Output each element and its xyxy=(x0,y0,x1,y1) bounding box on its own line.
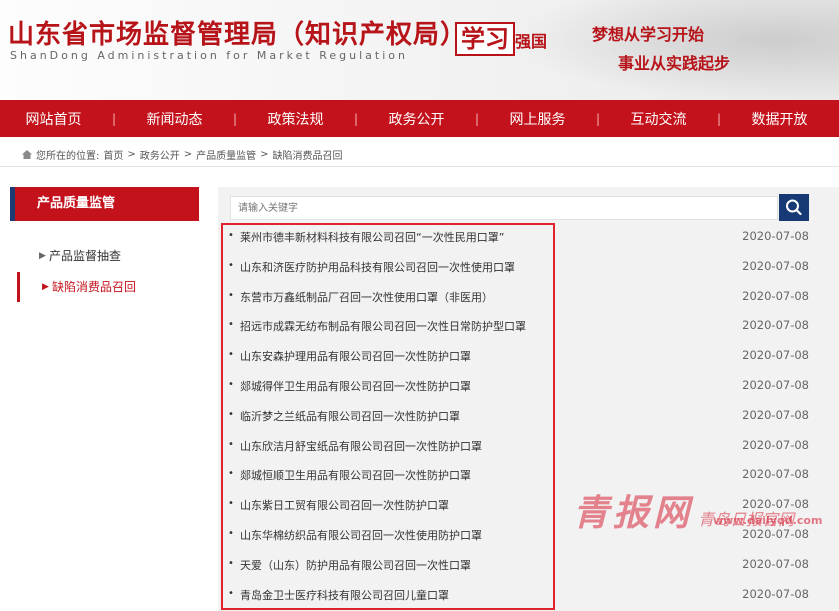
list-item-title[interactable]: 山东安森护理用品有限公司召回一次性防护口罩 xyxy=(240,348,471,364)
list-item-title[interactable]: 郯城得伴卫生用品有限公司召回一次性防护口罩 xyxy=(240,378,471,394)
list-item-date: 2020-07-08 xyxy=(742,497,809,512)
list-item-date: 2020-07-08 xyxy=(742,377,809,392)
nav-separator: | xyxy=(232,111,238,126)
bullet: • xyxy=(228,408,234,420)
list-item[interactable]: • 山东和济医疗防护用品科技有限公司召回一次性使用口罩 2020-07-08 xyxy=(218,252,839,282)
list-item[interactable]: • 郯城得伴卫生用品有限公司召回一次性防护口罩 2020-07-08 xyxy=(218,371,839,401)
nav-item-open-data[interactable]: 数据开放 xyxy=(726,109,833,129)
list-item-date: 2020-07-08 xyxy=(742,556,809,571)
logo-sub-text: 强国 xyxy=(515,32,548,51)
list-item-title[interactable]: 郯城恒顺卫生用品有限公司召回一次性防护口罩 xyxy=(240,467,471,483)
bullet: • xyxy=(228,468,234,480)
site-subtitle: ShanDong Administration for Market Regul… xyxy=(10,49,408,62)
bullet: • xyxy=(228,289,234,301)
breadcrumb-separator: > xyxy=(127,149,136,160)
divider xyxy=(0,166,839,167)
search-icon xyxy=(786,199,802,216)
sidebar-item-label: 缺陷消费品召回 xyxy=(52,280,137,294)
list-item-date: 2020-07-08 xyxy=(742,288,809,303)
nav-item-home[interactable]: 网站首页 xyxy=(0,109,107,129)
breadcrumb-gov-affairs[interactable]: 政务公开 xyxy=(140,147,180,162)
list-item-title[interactable]: 招远市成霖无纺布制品有限公司召回一次性日常防护型口罩 xyxy=(240,318,526,334)
list-item-date: 2020-07-08 xyxy=(742,437,809,452)
bullet: • xyxy=(228,319,234,331)
bullet: • xyxy=(228,557,234,569)
list-item-title[interactable]: 天爱（山东）防护用品有限公司召回一次性口罩 xyxy=(240,557,471,573)
nav-item-news[interactable]: 新闻动态 xyxy=(121,109,228,129)
list-item-date: 2020-07-08 xyxy=(742,229,809,243)
caret-right-icon: ▶ xyxy=(39,251,46,261)
nav-separator: | xyxy=(595,111,601,126)
list-item-date: 2020-07-08 xyxy=(742,586,809,601)
nav-item-online-service[interactable]: 网上服务 xyxy=(484,109,591,129)
list-item[interactable]: • 郯城恒顺卫生用品有限公司召回一次性防护口罩 2020-07-08 xyxy=(218,460,839,490)
list-item-title[interactable]: 山东紫日工贸有限公司召回一次性防护口罩 xyxy=(240,497,449,513)
bullet: • xyxy=(228,498,234,510)
nav-separator: | xyxy=(353,111,359,126)
nav-item-interaction[interactable]: 互动交流 xyxy=(605,109,712,129)
sidebar-item-label: 产品监督抽查 xyxy=(49,249,122,263)
list-item-title[interactable]: 青岛金卫士医疗科技有限公司召回儿童口罩 xyxy=(240,587,449,603)
list-item[interactable]: • 莱州市德丰新材料科技有限公司召回“一次性民用口罩” 2020-07-08 xyxy=(218,222,839,252)
bullet: • xyxy=(228,349,234,361)
breadcrumb-separator: > xyxy=(183,149,193,160)
list-item-date: 2020-07-08 xyxy=(742,348,809,363)
list-item-date: 2020-07-08 xyxy=(742,526,809,541)
breadcrumb-quality-supervision[interactable]: 产品质量监管 xyxy=(196,147,256,162)
sidebar-heading-label: 产品质量监管 xyxy=(37,196,116,211)
site-title[interactable]: 山东省市场监督管理局（知识产权局） xyxy=(8,14,467,51)
list-item[interactable]: • 招远市成霖无纺布制品有限公司召回一次性日常防护型口罩 2020-07-08 xyxy=(218,311,839,341)
list-item[interactable]: • 东营市万鑫纸制品厂召回一次性使用口罩（非医用） 2020-07-08 xyxy=(218,282,839,312)
list-item-date: 2020-07-08 xyxy=(742,258,809,273)
list-item-title[interactable]: 山东和济医疗防护用品科技有限公司召回一次性使用口罩 xyxy=(240,259,515,275)
slogan-line-2: 事业从实践起步 xyxy=(618,54,731,73)
list-item[interactable]: • 青岛金卫士医疗科技有限公司召回儿童口罩 2020-07-08 xyxy=(218,580,839,610)
breadcrumb-home[interactable]: 首页 xyxy=(103,147,123,162)
xuexi-qiangguo-logo[interactable]: 学习 强国 xyxy=(455,22,547,56)
list-item[interactable]: • 山东欣洁月舒宝纸品有限公司召回一次性防护口罩 2020-07-08 xyxy=(218,431,839,461)
breadcrumb: 您所在的位置: 首页 > 政务公开 > 产品质量监管 > 缺陷消费品召回 xyxy=(22,147,343,162)
bullet: • xyxy=(228,378,234,390)
bullet: • xyxy=(228,587,234,599)
search-input[interactable] xyxy=(230,196,778,220)
bullet: • xyxy=(228,527,234,539)
bullet: • xyxy=(228,438,234,450)
nav-separator: | xyxy=(716,111,722,126)
nav-item-policy[interactable]: 政策法规 xyxy=(242,109,349,129)
home-icon xyxy=(22,150,32,159)
nav-item-gov-affairs[interactable]: 政务公开 xyxy=(363,109,470,129)
list-item[interactable]: • 山东安森护理用品有限公司召回一次性防护口罩 2020-07-08 xyxy=(218,341,839,371)
breadcrumb-separator: > xyxy=(260,149,269,160)
list-item[interactable]: • 山东紫日工贸有限公司召回一次性防护口罩 2020-07-08 xyxy=(218,490,839,520)
breadcrumb-prefix: 您所在的位置: xyxy=(36,151,100,162)
list-item-date: 2020-07-08 xyxy=(742,407,809,422)
list-item[interactable]: • 山东华棉纺织品有限公司召回一次性使用防护口罩 2020-07-08 xyxy=(218,520,839,550)
list-item[interactable]: • 天爱（山东）防护用品有限公司召回一次性口罩 2020-07-08 xyxy=(218,550,839,580)
list-item-title[interactable]: 临沂梦之兰纸品有限公司召回一次性防护口罩 xyxy=(240,408,460,424)
nav-separator: | xyxy=(111,111,117,126)
caret-right-icon: ▶ xyxy=(42,282,49,292)
recall-list: • 莱州市德丰新材料科技有限公司召回“一次性民用口罩” 2020-07-08 • 山东… xyxy=(218,222,839,609)
logo-main-text: 学习 xyxy=(455,22,515,56)
list-item-title[interactable]: 莱州市德丰新材料科技有限公司召回“一次性民用口罩” xyxy=(240,229,504,245)
sidebar-item-spot-check[interactable]: ▶ 产品监督抽查 xyxy=(17,241,199,271)
list-item-date: 2020-07-08 xyxy=(742,467,809,482)
site-header: 山东省市场监督管理局（知识产权局） ShanDong Administratio… xyxy=(0,0,839,100)
slogan-line-1: 梦想从学习开始 xyxy=(592,25,705,44)
nav-separator: | xyxy=(474,111,480,126)
list-item-title[interactable]: 东营市万鑫纸制品厂召回一次性使用口罩（非医用） xyxy=(240,289,493,305)
list-item[interactable]: • 临沂梦之兰纸品有限公司召回一次性防护口罩 2020-07-08 xyxy=(218,401,839,431)
list-item-title[interactable]: 山东华棉纺织品有限公司召回一次性使用防护口罩 xyxy=(240,527,482,543)
bullet: • xyxy=(228,230,234,241)
list-item-title[interactable]: 山东欣洁月舒宝纸品有限公司召回一次性防护口罩 xyxy=(240,438,482,454)
bullet: • xyxy=(228,259,234,271)
search-button[interactable] xyxy=(779,194,809,221)
breadcrumb-recall[interactable]: 缺陷消费品召回 xyxy=(273,147,343,162)
sidebar-item-recall[interactable]: ▶ 缺陷消费品召回 xyxy=(17,272,199,302)
sidebar-heading: 产品质量监管 xyxy=(10,187,199,221)
main-nav: 网站首页 | 新闻动态 | 政策法规 | 政务公开 | 网上服务 | 互动交流 … xyxy=(0,100,839,137)
list-item-date: 2020-07-08 xyxy=(742,318,809,333)
